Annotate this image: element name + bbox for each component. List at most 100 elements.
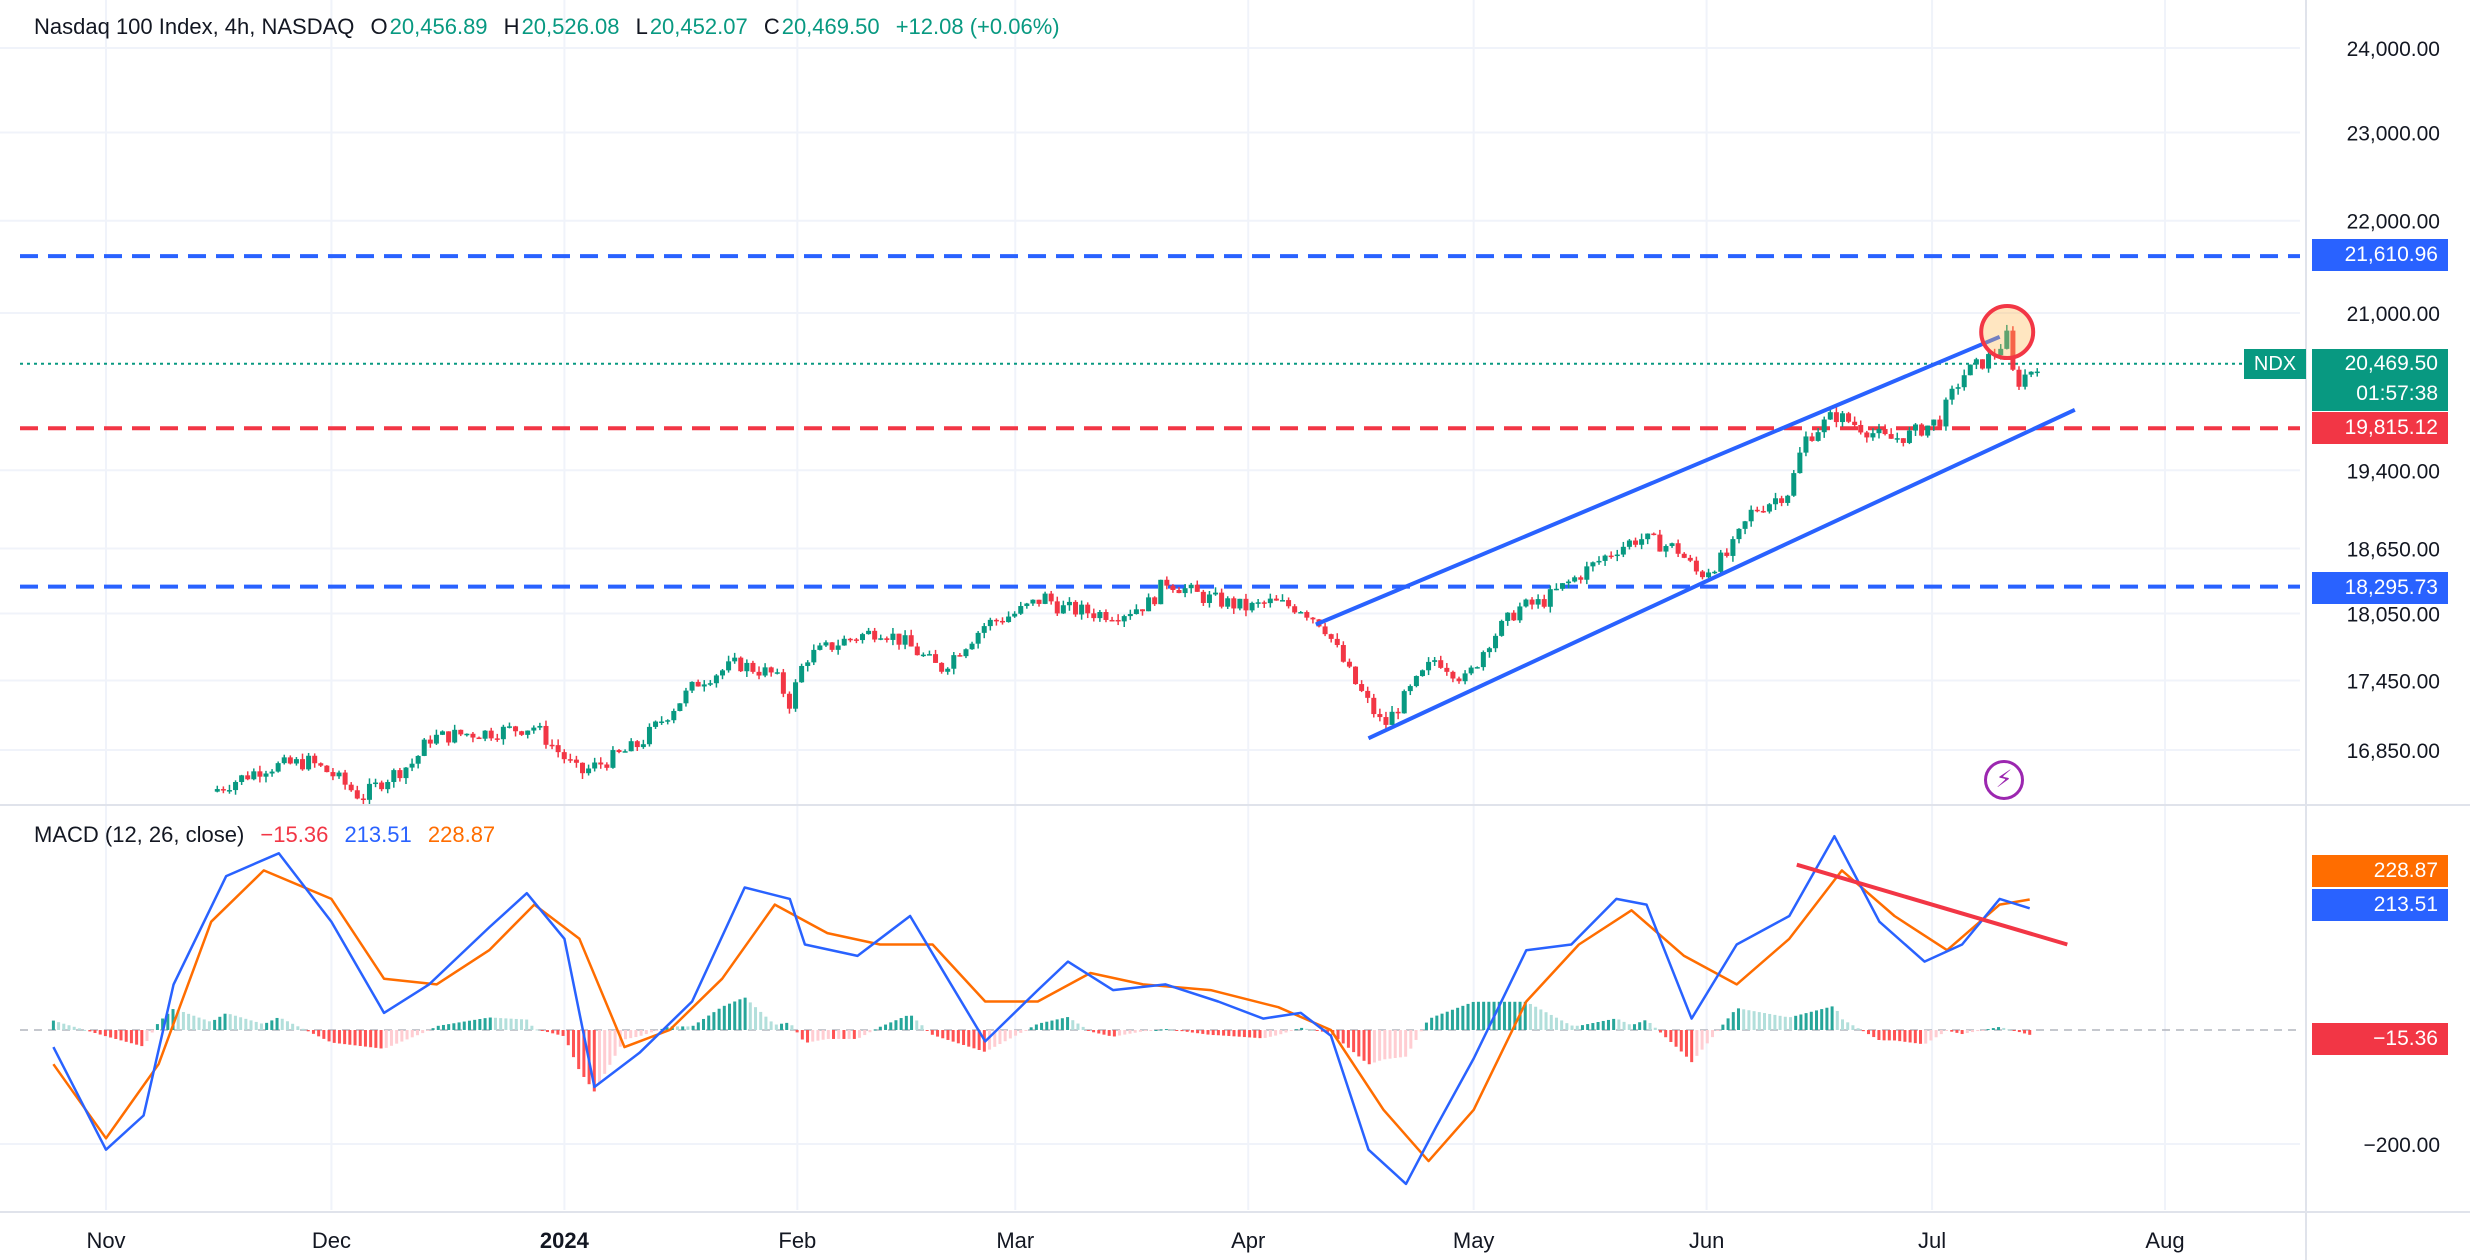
- candle: [1286, 597, 1292, 609]
- candle: [1438, 655, 1444, 669]
- macd-hist-bar: [270, 1020, 274, 1030]
- candle: [1322, 622, 1328, 637]
- macd-hist-bar: [457, 1022, 461, 1030]
- candle-body: [1973, 359, 1979, 365]
- macd-hist-bar: [488, 1017, 492, 1030]
- macd-hist-bar: [415, 1030, 419, 1036]
- candle-body: [884, 638, 890, 640]
- macd-hist-bar: [1783, 1016, 1787, 1030]
- macd-hist-bar: [1138, 1030, 1142, 1032]
- macd-hist-bar: [93, 1030, 97, 1033]
- macd-hist-bar: [467, 1020, 471, 1030]
- macd-hist-bar: [1612, 1018, 1616, 1030]
- candle-body: [1273, 598, 1279, 601]
- macd-hist-bar: [1747, 1010, 1751, 1030]
- macd-hist-bar: [202, 1019, 206, 1030]
- candle: [1900, 438, 1906, 447]
- candle: [1882, 424, 1888, 436]
- macd-hist-bar: [774, 1024, 778, 1030]
- macd-hist-bar: [561, 1030, 565, 1036]
- candle: [360, 793, 366, 805]
- candle-body: [604, 764, 610, 768]
- macd-hist-bar: [1284, 1030, 1288, 1033]
- candle: [1547, 585, 1553, 613]
- macd-hist-bar: [1965, 1030, 1969, 1034]
- candle: [653, 720, 659, 729]
- candle-body: [908, 635, 914, 647]
- trend-channel[interactable]: [1315, 304, 2076, 741]
- candle-body: [920, 654, 926, 657]
- macd-hist-bar: [519, 1019, 523, 1030]
- macd-hist-bar: [1971, 1030, 1975, 1033]
- candle: [525, 730, 531, 739]
- macd-hist-bar: [1695, 1030, 1699, 1056]
- macd-hist-bar: [291, 1023, 295, 1030]
- macd-hist-bar: [1180, 1030, 1184, 1032]
- candle-body: [1012, 613, 1018, 617]
- macd-hist-bar: [702, 1018, 706, 1030]
- macd-hist-bar: [1716, 1030, 1720, 1031]
- candle: [561, 749, 567, 764]
- candle: [1773, 492, 1779, 510]
- candle-body: [1237, 598, 1243, 609]
- candle-body: [1639, 539, 1645, 545]
- candle-body: [1486, 648, 1492, 653]
- candle-body: [951, 655, 957, 669]
- macd-hist-bar: [577, 1030, 581, 1070]
- candle-body: [1529, 599, 1535, 605]
- candle-body: [1523, 599, 1529, 607]
- candle: [902, 630, 908, 650]
- channel-upper-line: [1315, 334, 2001, 627]
- level-tag-21610[interactable]: 21,610.96: [2312, 239, 2448, 271]
- candle-body: [1413, 676, 1419, 687]
- candle-body: [519, 731, 525, 735]
- candle-body: [239, 775, 245, 783]
- macd-hist-bar: [1908, 1030, 1912, 1043]
- candle-body: [1158, 579, 1164, 605]
- candle: [628, 738, 634, 752]
- candle: [1255, 599, 1261, 608]
- macd-hist-bar: [1762, 1013, 1766, 1030]
- candle-body: [1949, 388, 1955, 400]
- symbol-title[interactable]: Nasdaq 100 Index, 4h, NASDAQ: [34, 14, 354, 39]
- macd-hist-bar: [1690, 1030, 1694, 1063]
- candle-body: [1292, 606, 1298, 613]
- macd-hist-bar: [1352, 1030, 1356, 1053]
- macd-hist-bar: [925, 1030, 929, 1031]
- macd-hist-bar: [1658, 1030, 1662, 1033]
- macd-hist-bar: [1955, 1030, 1959, 1033]
- macd-hist-bar: [1008, 1030, 1012, 1039]
- macd-hist-bar: [109, 1030, 113, 1038]
- macd-hist-bar: [499, 1018, 503, 1030]
- macd-hist-bar: [821, 1030, 825, 1040]
- macd-hist-bar: [1565, 1023, 1569, 1030]
- macd-hist-bar: [395, 1030, 399, 1044]
- candle: [336, 770, 342, 779]
- macd-hist-bar: [1414, 1030, 1418, 1040]
- macd-hist-bar: [899, 1018, 903, 1030]
- candle-body: [1371, 697, 1377, 715]
- candle-body: [494, 738, 500, 740]
- bolt-icon[interactable]: ⚡: [1984, 760, 2024, 800]
- macd-hist-bar: [129, 1030, 133, 1044]
- candle-body: [914, 646, 920, 656]
- x-tick-label: Jul: [1918, 1228, 1946, 1253]
- candle: [957, 653, 963, 657]
- macd-hist-bar: [1367, 1030, 1371, 1065]
- candle: [488, 727, 494, 741]
- macd-hist-bar: [1773, 1014, 1777, 1030]
- macd-hist-bar: [743, 997, 747, 1030]
- macd-title[interactable]: MACD (12, 26, close): [34, 822, 244, 847]
- candle: [1937, 415, 1943, 428]
- candle: [245, 771, 251, 781]
- macd-hist-bar: [1159, 1029, 1163, 1031]
- chart-canvas[interactable]: Nov Dec 2024 Feb Mar Apr May Jun Jul Aug 24,000.00…: [0, 0, 2470, 1260]
- candle: [464, 733, 470, 737]
- level-tag-18295[interactable]: 18,295.73: [2312, 572, 2448, 604]
- candle-body: [1584, 566, 1590, 580]
- macd-hist-bar: [1222, 1030, 1226, 1036]
- level-tag-19815[interactable]: 19,815.12: [2312, 412, 2448, 444]
- macd-hist-bar: [1586, 1024, 1590, 1030]
- candle-body: [1395, 711, 1401, 714]
- candle: [1535, 594, 1541, 609]
